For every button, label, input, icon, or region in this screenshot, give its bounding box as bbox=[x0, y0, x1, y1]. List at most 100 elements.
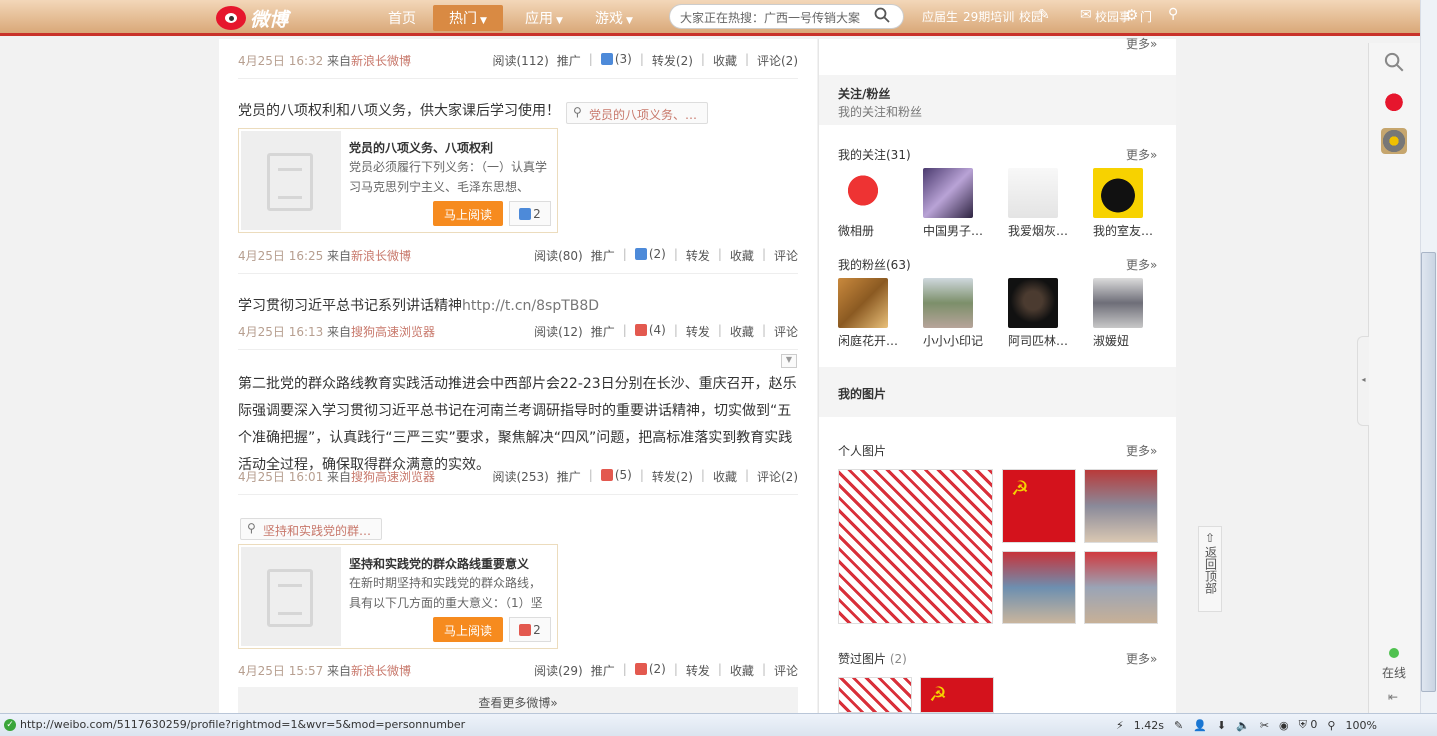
promote-link[interactable]: 推广 bbox=[557, 468, 581, 485]
favorite-link[interactable]: 收藏 bbox=[730, 247, 754, 264]
pen-icon[interactable]: ✎ bbox=[1174, 719, 1183, 732]
personal-pictures-label[interactable]: 个人图片 bbox=[838, 442, 886, 459]
nav-games[interactable]: 游戏 ▼ bbox=[595, 8, 633, 28]
cut-icon[interactable]: ✂ bbox=[1260, 719, 1269, 732]
collapse-sidebar-handle[interactable]: ◂ bbox=[1357, 336, 1369, 426]
skin-icon[interactable]: ⚲ bbox=[1168, 6, 1178, 22]
avatar[interactable] bbox=[1093, 278, 1143, 328]
post-time[interactable]: 4月25日 16:01 bbox=[238, 468, 323, 485]
more-link[interactable]: 更多» bbox=[1126, 650, 1157, 667]
photo-thumbnail[interactable] bbox=[838, 469, 993, 624]
edit-icon[interactable]: ✎ bbox=[1038, 7, 1050, 23]
avatar[interactable] bbox=[1008, 278, 1058, 328]
online-status-label[interactable]: 在线 bbox=[1382, 664, 1406, 681]
repost-link[interactable]: 转发 bbox=[686, 323, 710, 340]
fans-label[interactable]: 我的粉丝(63) bbox=[838, 256, 911, 273]
read-now-button[interactable]: 马上阅读 bbox=[433, 617, 503, 642]
fan-name[interactable]: 淑媛妞 bbox=[1093, 332, 1171, 349]
fan-name[interactable]: 小小小印记 bbox=[923, 332, 1001, 349]
nav-apps[interactable]: 应用 ▼ bbox=[525, 8, 563, 28]
back-to-top-button[interactable]: ⇧ 返回顶部 bbox=[1198, 526, 1222, 612]
nav-hot[interactable]: 热门 ▼ bbox=[433, 5, 503, 31]
card-like-button[interactable]: 2 bbox=[509, 201, 551, 226]
like-button[interactable]: (2) bbox=[634, 662, 666, 679]
article-card[interactable]: 党员的八项义务、八项权利 党员必须履行下列义务：（一）认真学习马克思列宁主义、毛… bbox=[238, 128, 558, 233]
following-name[interactable]: 微相册 bbox=[838, 222, 916, 239]
article-card[interactable]: 坚持和实践党的群众路线重要意义 在新时期坚持和实践党的群众路线，具有以下几方面的… bbox=[238, 544, 558, 649]
avatar[interactable] bbox=[838, 168, 888, 218]
comment-link[interactable]: 评论(2) bbox=[757, 52, 798, 69]
photo-thumbnail[interactable]: ☭ bbox=[920, 677, 994, 713]
like-button[interactable]: (5) bbox=[600, 468, 632, 485]
mail-icon[interactable]: ✉ bbox=[1080, 7, 1092, 23]
collapse-icon[interactable]: ⇤ bbox=[1388, 690, 1398, 704]
nav-home[interactable]: 首页 bbox=[388, 8, 416, 28]
weibo-logo[interactable]: 微博 bbox=[216, 4, 306, 32]
sound-icon[interactable]: 🔈 bbox=[1236, 719, 1250, 732]
more-link[interactable]: 更多» bbox=[1126, 442, 1157, 459]
top-link-training[interactable]: 29期培训 bbox=[963, 8, 1014, 25]
photo-thumbnail[interactable] bbox=[1084, 551, 1158, 624]
search-icon[interactable] bbox=[1384, 52, 1404, 72]
post-time[interactable]: 4月25日 16:13 bbox=[238, 323, 323, 340]
weibo-icon[interactable] bbox=[1381, 88, 1407, 114]
zoom-icon[interactable]: ⚲ bbox=[1327, 719, 1335, 732]
repost-link[interactable]: 转发(2) bbox=[652, 52, 693, 69]
like-button[interactable]: (2) bbox=[634, 247, 666, 264]
favorite-link[interactable]: 收藏 bbox=[713, 468, 737, 485]
like-button[interactable]: (4) bbox=[634, 323, 666, 340]
top-link-yingjiesheng[interactable]: 应届生 bbox=[922, 8, 958, 25]
comment-link[interactable]: 评论 bbox=[774, 323, 798, 340]
comment-link[interactable]: 评论(2) bbox=[757, 468, 798, 485]
repost-link[interactable]: 转发 bbox=[686, 662, 710, 679]
post-time[interactable]: 4月25日 16:25 bbox=[238, 247, 323, 264]
top-link-men[interactable]: 门 bbox=[1140, 8, 1152, 25]
promote-link[interactable]: 推广 bbox=[557, 52, 581, 69]
favorite-link[interactable]: 收藏 bbox=[730, 323, 754, 340]
repost-link[interactable]: 转发 bbox=[686, 247, 710, 264]
promote-link[interactable]: 推广 bbox=[591, 323, 615, 340]
photo-thumbnail[interactable] bbox=[1002, 551, 1076, 624]
more-link[interactable]: 更多» bbox=[1126, 256, 1157, 273]
following-label[interactable]: 我的关注(31) bbox=[838, 146, 911, 163]
fan-name[interactable]: 闲庭花开… bbox=[838, 332, 916, 349]
promote-link[interactable]: 推广 bbox=[591, 247, 615, 264]
zoom-level[interactable]: 100% bbox=[1345, 719, 1376, 732]
following-name[interactable]: 我爱烟灰… bbox=[1008, 222, 1086, 239]
source-link[interactable]: 搜狗高速浏览器 bbox=[351, 470, 435, 484]
source-link[interactable]: 新浪长微博 bbox=[351, 664, 411, 678]
photo-thumbnail[interactable]: ☭ bbox=[1002, 469, 1076, 543]
promote-link[interactable]: 推广 bbox=[591, 662, 615, 679]
avatar[interactable] bbox=[923, 168, 973, 218]
eye-icon[interactable]: ◉ bbox=[1279, 719, 1289, 732]
search-icon[interactable] bbox=[874, 7, 890, 23]
more-link[interactable]: 更多» bbox=[1126, 146, 1157, 163]
following-name[interactable]: 中国男子… bbox=[923, 222, 1001, 239]
view-more-weibo-button[interactable]: 查看更多微博» bbox=[238, 687, 798, 714]
photo-thumbnail[interactable] bbox=[838, 677, 912, 713]
card-like-button[interactable]: 2 bbox=[509, 617, 551, 642]
repost-link[interactable]: 转发(2) bbox=[652, 468, 693, 485]
favorite-link[interactable]: 收藏 bbox=[730, 662, 754, 679]
avatar[interactable] bbox=[1008, 168, 1058, 218]
article-tag[interactable]: 坚持和实践党的群… bbox=[240, 518, 382, 540]
comment-link[interactable]: 评论 bbox=[774, 247, 798, 264]
post-time[interactable]: 4月25日 16:32 bbox=[238, 52, 323, 69]
favorite-link[interactable]: 收藏 bbox=[713, 52, 737, 69]
photo-thumbnail[interactable] bbox=[1084, 469, 1158, 543]
user-icon[interactable]: 👤 bbox=[1193, 719, 1207, 732]
avatar[interactable] bbox=[838, 278, 888, 328]
shield-icon[interactable]: ⛨ 0 bbox=[1299, 718, 1318, 732]
scrollbar-thumb[interactable] bbox=[1421, 252, 1436, 692]
avatar[interactable] bbox=[923, 278, 973, 328]
read-now-button[interactable]: 马上阅读 bbox=[433, 201, 503, 226]
article-tag[interactable]: 党员的八项义务、… bbox=[566, 102, 708, 124]
like-button[interactable]: (3) bbox=[600, 52, 632, 69]
source-link[interactable]: 新浪长微博 bbox=[351, 249, 411, 263]
avatar[interactable] bbox=[1093, 168, 1143, 218]
fan-name[interactable]: 阿司匹林… bbox=[1008, 332, 1086, 349]
following-name[interactable]: 我的室友… bbox=[1093, 222, 1171, 239]
gear-icon[interactable]: ⚙ bbox=[1125, 6, 1138, 24]
post-time[interactable]: 4月25日 15:57 bbox=[238, 662, 323, 679]
more-link[interactable]: 更多» bbox=[1126, 35, 1157, 52]
